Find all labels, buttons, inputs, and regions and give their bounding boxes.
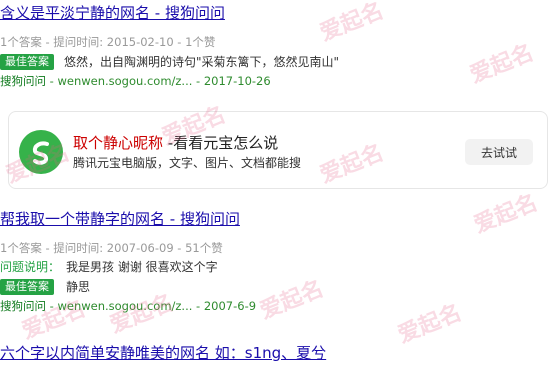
watermark: 爱起名: [466, 40, 538, 89]
best-answer-text: 悠然，出自陶渊明的诗句"采菊东篱下，悠然见南山": [64, 55, 340, 69]
search-result: 帮我取一个带静字的网名 - 搜狗问问 1个答案 - 提问时间: 2007-06-…: [0, 210, 256, 314]
search-result: 含义是平淡宁静的网名 - 搜狗问问 1个答案 - 提问时间: 2015-02-1…: [0, 2, 339, 89]
result-meta: 1个答案 - 提问时间: 2007-06-09 - 51个赞: [0, 241, 223, 255]
result-title-link[interactable]: 六个字以内简单安静唯美的网名 如：s1ng、夏兮: [0, 344, 326, 362]
watermark: 爱起名: [470, 190, 542, 239]
result-meta: 1个答案 - 提问时间: 2015-02-10 - 1个赞: [0, 35, 216, 49]
promo-title[interactable]: 取个静心昵称 -看看元宝怎么说: [73, 132, 278, 153]
result-title-link[interactable]: 含义是平淡宁静的网名 - 搜狗问问: [0, 4, 339, 22]
source-url: - wenwen.sogou.com/z... - 2007-6-9: [46, 299, 257, 313]
source-site[interactable]: 搜狗问问: [0, 74, 46, 88]
watermark: 爱起名: [394, 300, 466, 349]
question-label: 问题说明：: [0, 260, 61, 274]
result-title-link[interactable]: 帮我取一个带静字的网名 - 搜狗问问: [0, 210, 256, 228]
yuanbao-logo-icon: [19, 130, 63, 174]
yuanbao-promo-card[interactable]: 取个静心昵称 -看看元宝怎么说 腾讯元宝电脑版，文字、图片、文档都能搜 去试试: [8, 111, 548, 189]
source-url: - wenwen.sogou.com/z... - 2017-10-26: [46, 74, 271, 88]
watermark: 爱起名: [256, 276, 328, 325]
best-answer-badge: 最佳答案: [0, 279, 54, 295]
promo-title-highlight[interactable]: 取个静心昵称: [73, 134, 163, 152]
search-result: 六个字以内简单安静唯美的网名 如：s1ng、夏兮: [0, 344, 326, 362]
promo-subtitle: 腾讯元宝电脑版，文字、图片、文档都能搜: [73, 156, 302, 170]
source-site[interactable]: 搜狗问问: [0, 299, 46, 313]
question-text: 我是男孩 谢谢 很喜欢这个字: [66, 260, 218, 274]
try-it-button[interactable]: 去试试: [465, 139, 533, 165]
best-answer-badge: 最佳答案: [0, 54, 54, 70]
best-answer-text: 静思: [66, 280, 91, 294]
promo-title-rest[interactable]: -看看元宝怎么说: [163, 134, 278, 152]
